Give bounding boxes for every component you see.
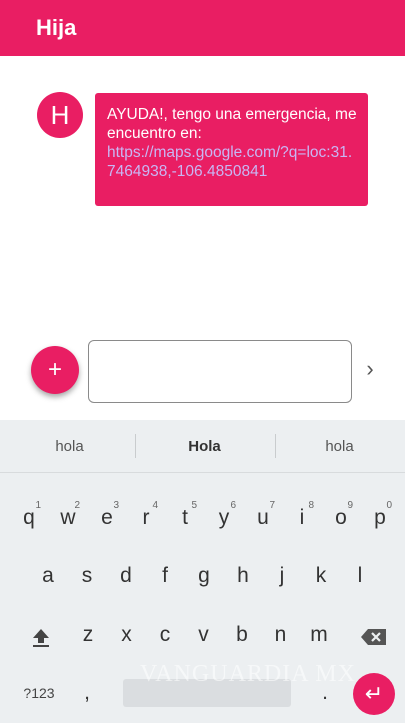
key-a[interactable]: a (30, 558, 66, 594)
key-number-hint: 7 (269, 500, 275, 511)
send-button[interactable]: › (358, 355, 382, 383)
add-button[interactable]: + (31, 346, 79, 394)
key-number-hint: 1 (35, 500, 41, 511)
key-j[interactable]: j (264, 558, 300, 594)
keyboard: hola Hola hola q1w2e3r4t5y6u7i8o9p0 asdf… (0, 420, 405, 723)
plus-icon: + (47, 356, 62, 383)
key-k[interactable]: k (303, 558, 339, 594)
key-z[interactable]: z (70, 617, 106, 653)
key-number-hint: 2 (74, 500, 80, 511)
key-d[interactable]: d (108, 558, 144, 594)
key-m[interactable]: m (301, 617, 337, 653)
key-label: o (335, 506, 347, 529)
avatar[interactable]: H (37, 92, 83, 138)
key-s[interactable]: s (69, 558, 105, 594)
period-key[interactable]: . (310, 679, 340, 707)
key-h[interactable]: h (225, 558, 261, 594)
shift-key[interactable] (20, 621, 62, 653)
map-link[interactable]: https://maps.google.com/?q=loc:31.746493… (107, 143, 360, 181)
key-label: y (218, 506, 230, 529)
key-label: w (60, 506, 76, 529)
symbols-key[interactable]: ?123 (14, 679, 64, 707)
key-t[interactable]: t5 (167, 500, 203, 536)
suggestion-right[interactable]: hola (272, 420, 405, 472)
key-label: u (257, 506, 269, 529)
backspace-key[interactable] (352, 621, 396, 653)
key-v[interactable]: v (186, 617, 222, 653)
key-p[interactable]: p0 (362, 500, 398, 536)
key-number-hint: 5 (191, 500, 197, 511)
message-bubble: AYUDA!, tengo una emergencia, me encuent… (95, 93, 368, 206)
divider (135, 434, 136, 458)
enter-icon: ↵ (364, 681, 384, 706)
comma-key[interactable]: , (72, 679, 102, 707)
key-w[interactable]: w2 (50, 500, 86, 536)
suggestion-bar: hola Hola hola (0, 420, 405, 473)
backspace-icon (361, 629, 386, 645)
key-label: q (23, 506, 35, 529)
app-bar: Hija (0, 0, 405, 56)
key-number-hint: 0 (386, 500, 392, 511)
key-i[interactable]: i8 (284, 500, 320, 536)
key-g[interactable]: g (186, 558, 222, 594)
key-number-hint: 3 (113, 500, 119, 511)
key-o[interactable]: o9 (323, 500, 359, 536)
key-c[interactable]: c (147, 617, 183, 653)
key-number-hint: 6 (230, 500, 236, 511)
key-label: p (374, 506, 386, 529)
key-x[interactable]: x (109, 617, 145, 653)
suggestion-center[interactable]: Hola (137, 420, 272, 472)
message-text: AYUDA!, tengo una emergencia, me encuent… (107, 106, 357, 142)
key-label: t (182, 506, 188, 529)
key-n[interactable]: n (263, 617, 299, 653)
key-number-hint: 4 (152, 500, 158, 511)
key-label: i (299, 506, 305, 529)
key-label: r (142, 506, 150, 529)
key-r[interactable]: r4 (128, 500, 164, 536)
enter-key[interactable]: ↵ (353, 673, 395, 715)
key-q[interactable]: q1 (11, 500, 47, 536)
shift-icon (33, 629, 49, 647)
suggestion-left[interactable]: hola (2, 420, 137, 472)
key-y[interactable]: y6 (206, 500, 242, 536)
key-u[interactable]: u7 (245, 500, 281, 536)
message-input[interactable] (88, 340, 352, 403)
key-e[interactable]: e3 (89, 500, 125, 536)
key-number-hint: 9 (347, 500, 353, 511)
key-f[interactable]: f (147, 558, 183, 594)
chat-title: Hija (36, 15, 77, 40)
key-number-hint: 8 (308, 500, 314, 511)
key-label: e (101, 506, 113, 529)
chevron-right-icon: › (366, 356, 374, 381)
key-l[interactable]: l (342, 558, 378, 594)
key-b[interactable]: b (224, 617, 260, 653)
